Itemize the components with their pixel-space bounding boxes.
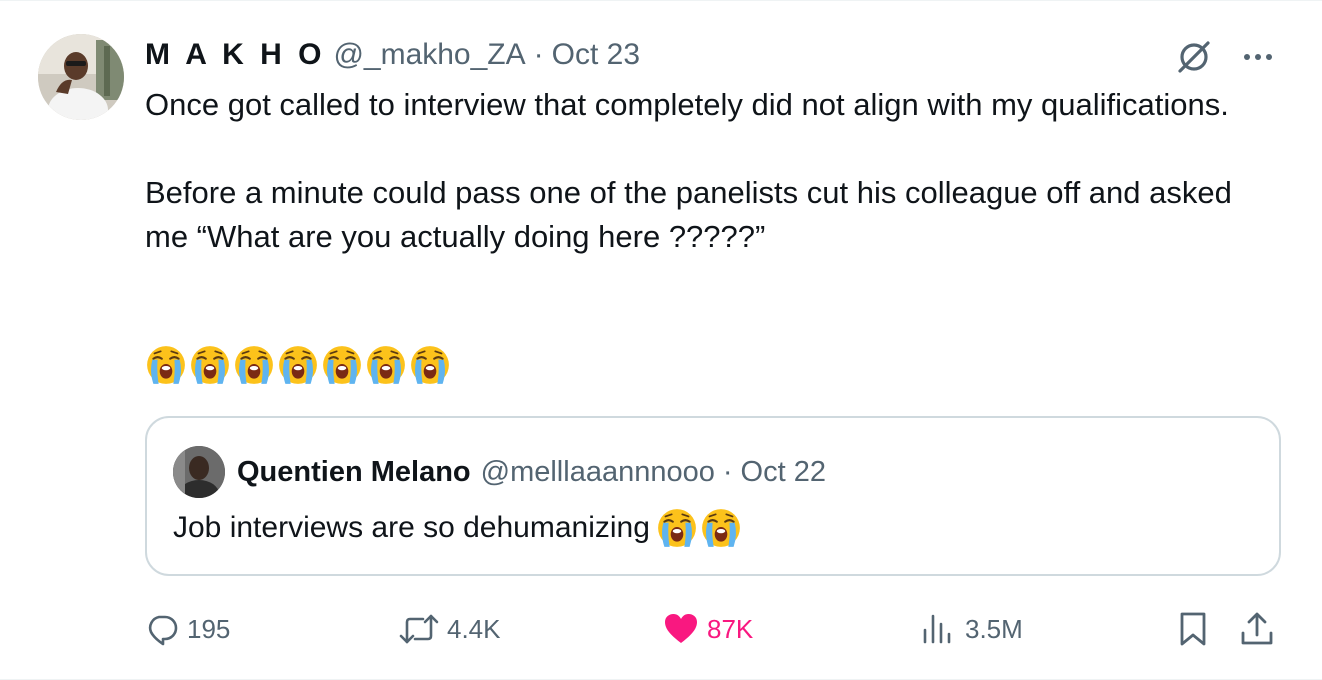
quoted-avatar-photo (173, 446, 225, 498)
separator-dot: · (722, 455, 733, 488)
loudly-crying-face-icon (191, 346, 229, 384)
loudly-crying-face-icon (147, 346, 185, 384)
views-chart-icon (923, 614, 951, 644)
bookmark-icon (1180, 612, 1206, 646)
author-display-name[interactable]: M A K H O (145, 38, 325, 72)
quoted-post[interactable]: Quentien Melano @melllaaannnooo · Oct 22… (145, 416, 1281, 576)
loudly-crying-face-icon (279, 346, 317, 384)
post-header: M A K H O @_makho_ZA · Oct 23 (145, 35, 640, 75)
heart-icon (665, 614, 697, 643)
emoji-row (145, 344, 451, 386)
more-options-icon[interactable] (1242, 51, 1274, 63)
avatar-photo (38, 34, 124, 120)
quoted-handle[interactable]: @melllaaannnooo (481, 456, 715, 489)
like-count: 87K (707, 613, 754, 644)
loudly-crying-face-icon (367, 346, 405, 384)
tweet: M A K H O @_makho_ZA · Oct 23 Once got c… (0, 0, 1322, 680)
quoted-text-line: Job interviews are so dehumanizing (173, 507, 742, 549)
quoted-author-avatar[interactable] (173, 446, 225, 498)
views-button[interactable]: 3.5M (921, 607, 1023, 651)
share-button[interactable] (1239, 607, 1275, 651)
post-date[interactable]: Oct 23 (552, 38, 640, 72)
bookmark-button[interactable] (1177, 607, 1209, 651)
loudly-crying-face-icon (658, 509, 696, 547)
post-paragraph: Before a minute could pass one of the pa… (145, 175, 1232, 254)
grok-icon[interactable] (1174, 37, 1214, 77)
loudly-crying-face-icon (235, 346, 273, 384)
quoted-date[interactable]: Oct 22 (741, 456, 826, 489)
reply-button[interactable]: 195 (145, 607, 230, 651)
quoted-text: Job interviews are so dehumanizing (173, 511, 650, 544)
reply-count: 195 (187, 613, 231, 644)
loudly-crying-face-icon (323, 346, 361, 384)
views-count: 3.5M (965, 613, 1023, 644)
like-button[interactable]: 87K (663, 607, 753, 651)
quoted-display-name[interactable]: Quentien Melano (237, 456, 471, 489)
author-avatar[interactable] (38, 34, 124, 120)
post-top-actions (1174, 37, 1274, 77)
action-bar: 195 4.4K 87K 3.5M (145, 607, 1285, 651)
repost-count: 4.4K (447, 613, 501, 644)
quoted-emoji-row (656, 507, 742, 549)
post-paragraph: Once got called to interview that comple… (145, 87, 1229, 122)
post-text: Once got called to interview that comple… (145, 83, 1255, 259)
separator-dot: · (533, 38, 544, 71)
quoted-post-header: Quentien Melano @melllaaannnooo · Oct 22 (237, 452, 826, 492)
share-icon (1241, 612, 1273, 645)
reply-icon (148, 615, 178, 646)
repost-button[interactable]: 4.4K (399, 607, 501, 651)
repost-icon (399, 614, 439, 644)
loudly-crying-face-icon (702, 509, 740, 547)
author-handle[interactable]: @_makho_ZA (333, 38, 525, 72)
loudly-crying-face-icon (411, 346, 449, 384)
